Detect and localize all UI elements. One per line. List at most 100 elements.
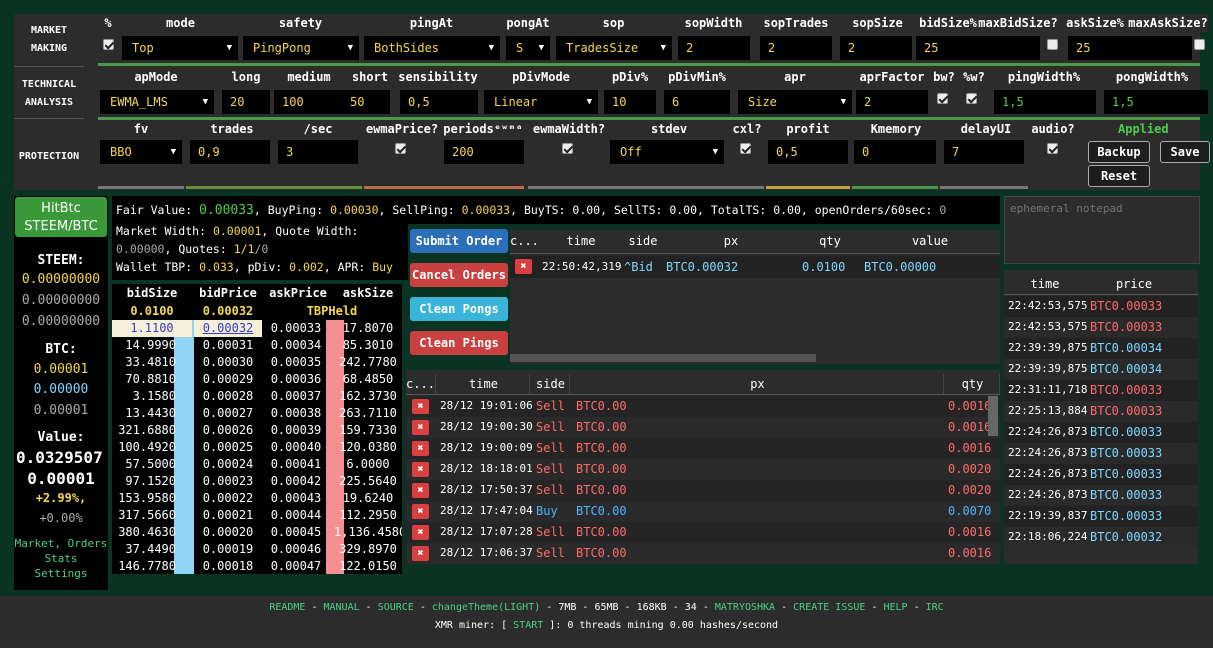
apr-select[interactable]: Size ▼ [738,90,852,114]
col-header: sopSize [840,14,915,32]
wallet-line: Wallet TBP: 0.033, pDiv: 0.002, APR: Buy [116,258,393,276]
caret-down-icon: ▼ [170,147,176,157]
backup-button[interactable]: Backup [1088,141,1150,163]
kmemory-input[interactable]: 0 [854,140,936,164]
order-price: BTC0.00032 [666,260,739,274]
bid-size: 14.9990 [125,338,176,352]
ask-size: 263.7110 [339,406,397,420]
clean-pings-button[interactable]: Clean Pings [410,331,508,355]
irc-link[interactable]: IRC [926,602,944,613]
sopwidth-input[interactable]: 2 [678,36,750,60]
pdivmode-select[interactable]: Linear ▼ [484,90,598,114]
readme-link[interactable]: README [269,602,305,613]
bid-size: 317.5660 [118,508,176,522]
bid-size: 321.6880 [118,423,176,437]
sopsize-input[interactable]: 2 [840,36,912,60]
pct-checkbox[interactable] [103,39,114,50]
save-button[interactable]: Save [1160,141,1210,163]
bid-size: 1.1100 [112,320,192,337]
reset-button[interactable]: Reset [1088,165,1150,187]
clean-pongs-button[interactable]: Clean Pongs [410,297,508,321]
exchange-badge[interactable]: HitBtc STEEM/BTC [15,197,107,237]
asksize-input[interactable]: 25 [1068,36,1192,60]
vertical-scrollbar[interactable] [988,396,998,436]
trade-side: Sell [536,525,565,539]
stdev-select[interactable]: Off ▼ [610,140,724,164]
ewmaprice-checkbox[interactable] [395,143,406,154]
trade-time: 28/12 17:06:37 [440,546,533,559]
col-header: %w? [960,68,988,86]
cancel-orders-button[interactable]: Cancel Orders [410,263,508,287]
periods-input[interactable]: 200 [444,140,524,164]
market-trades-table: time price 22:42:53,575 BTC0.00033 22:42:53,… [1004,270,1198,564]
fv-select[interactable]: BBO ▼ [100,140,182,164]
delete-trade-button[interactable]: ✖ [412,546,429,561]
nav-settings-link[interactable]: Settings [14,567,108,580]
delete-trade-button[interactable]: ✖ [412,420,429,435]
pongat-select[interactable]: S ▼ [506,36,550,60]
submit-order-button[interactable]: Submit Order [410,229,508,253]
pdivmin-input[interactable]: 6 [664,90,730,114]
create-issue-link[interactable]: CREATE ISSUE [793,602,865,613]
pw-checkbox[interactable] [966,93,977,104]
caret-down-icon: ▼ [712,147,718,157]
horizontal-scrollbar[interactable] [510,354,816,362]
col-header: long [220,68,272,86]
medium-input[interactable]: 100 [274,90,342,114]
matryoshka-link[interactable]: MATRYOSHKA [715,602,775,613]
maxbidsize-checkbox[interactable] [1047,39,1058,50]
soptrades-input[interactable]: 2 [760,36,832,60]
trades-input[interactable]: 0,9 [190,140,270,164]
delete-trade-button[interactable]: ✖ [412,441,429,456]
delete-trade-button[interactable]: ✖ [412,525,429,540]
open-orders-table: c... time side px qty value ✖ 22:50:42,319 ^Bid B… [510,230,1000,364]
nav-orders-link[interactable]: Orders [68,537,108,550]
short-input[interactable]: 50 [342,90,390,114]
sensibility-input[interactable]: 0,5 [400,90,478,114]
bid-price: 0.00021 [202,508,254,522]
delete-trade-button[interactable]: ✖ [412,504,429,519]
pingwidth-input[interactable]: 1,5 [994,90,1096,114]
bw-checkbox[interactable] [937,93,948,104]
theme-link[interactable]: changeTheme(LIGHT) [432,602,540,613]
profit-input[interactable]: 0,5 [768,140,848,164]
delete-trade-button[interactable]: ✖ [412,462,429,477]
ewmawidth-checkbox[interactable] [562,143,573,154]
stdev-value: Off [620,145,642,159]
safety-select[interactable]: PingPong ▼ [243,36,359,60]
pingat-select[interactable]: BothSides ▼ [364,36,500,60]
nav-market-link[interactable]: Market, [15,537,61,550]
bid-size: 153.9580 [118,491,176,505]
apmode-select[interactable]: EWMA_LMS ▼ [100,90,214,114]
ask-price: 0.00035 [270,355,322,369]
ask-price: 0.00047 [270,559,322,573]
manual-link[interactable]: MANUAL [324,602,360,613]
trade-qty: 0.0016 [948,546,992,560]
delete-trade-button[interactable]: ✖ [412,483,429,498]
source-link[interactable]: SOURCE [378,602,414,613]
pdiv-input[interactable]: 10 [604,90,656,114]
bid-size: 33.4810 [125,355,176,369]
header-divider [1004,294,1198,295]
bidsize-input[interactable]: 25 [916,36,1040,60]
cxl-checkbox[interactable] [740,143,751,154]
caret-down-icon: ▼ [586,97,592,107]
ask-price: 0.00045 [270,525,322,539]
cancel-order-button[interactable]: ✖ [515,259,532,274]
long-input[interactable]: 20 [222,90,270,114]
sop-select[interactable]: TradesSize ▼ [556,36,672,60]
delete-trade-button[interactable]: ✖ [412,399,429,414]
delayui-input[interactable]: 7 [944,140,1024,164]
mode-select[interactable]: Top ▼ [122,36,238,60]
sop-value: TradesSize [566,41,639,55]
maxasksize-checkbox[interactable] [1194,39,1205,50]
audio-checkbox[interactable] [1047,143,1058,154]
nav-stats-link[interactable]: Stats [14,552,108,565]
miner-start-link[interactable]: START [513,620,543,631]
pongwidth-input[interactable]: 1,5 [1104,90,1208,114]
notepad[interactable] [1004,196,1200,264]
aprfactor-input[interactable]: 2 [856,90,928,114]
sec-input[interactable]: 3 [278,140,358,164]
help-link[interactable]: HELP [883,602,907,613]
book-header: bidSize [126,286,178,300]
